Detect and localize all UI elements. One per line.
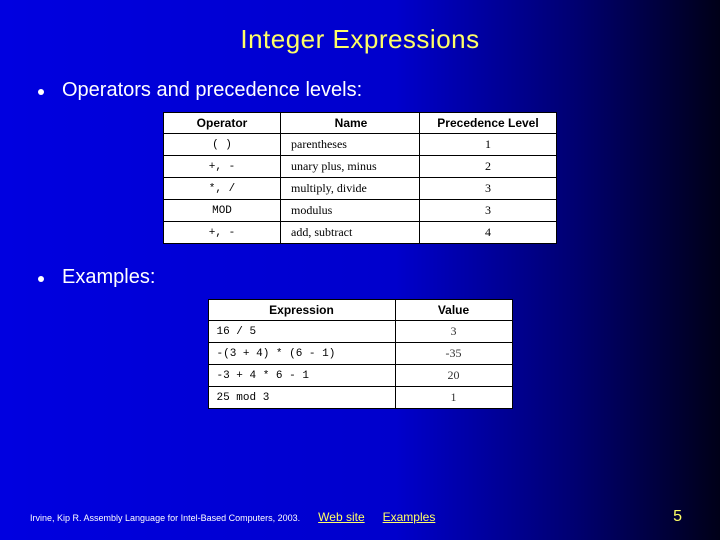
cell-name: multiply, divide bbox=[281, 178, 420, 200]
cell-op: *, / bbox=[164, 178, 281, 200]
cell-expr: -3 + 4 * 6 - 1 bbox=[208, 365, 395, 387]
examples-table-wrap: Expression Value 16 / 5 3 -(3 + 4) * (6 … bbox=[30, 299, 690, 409]
bullet-text: Operators and precedence levels: bbox=[62, 79, 362, 102]
col-precedence: Precedence Level bbox=[420, 113, 557, 134]
cell-expr: 16 / 5 bbox=[208, 321, 395, 343]
col-value: Value bbox=[395, 300, 512, 321]
cell-op: +, - bbox=[164, 156, 281, 178]
col-expression: Expression bbox=[208, 300, 395, 321]
bullet-dot-icon bbox=[38, 89, 44, 95]
footer-citation: Irvine, Kip R. Assembly Language for Int… bbox=[30, 513, 300, 523]
cell-prec: 2 bbox=[420, 156, 557, 178]
examples-table: Expression Value 16 / 5 3 -(3 + 4) * (6 … bbox=[208, 299, 513, 409]
bullet-operators: Operators and precedence levels: bbox=[30, 79, 690, 102]
table-row: +, - unary plus, minus 2 bbox=[164, 156, 557, 178]
col-name: Name bbox=[281, 113, 420, 134]
table-row: ( ) parentheses 1 bbox=[164, 134, 557, 156]
cell-val: 1 bbox=[395, 387, 512, 409]
page-number: 5 bbox=[673, 508, 682, 526]
table-row: -(3 + 4) * (6 - 1) -35 bbox=[208, 343, 512, 365]
bullet-text: Examples: bbox=[62, 266, 155, 289]
footer: Irvine, Kip R. Assembly Language for Int… bbox=[0, 508, 720, 526]
cell-val: 20 bbox=[395, 365, 512, 387]
bullet-examples: Examples: bbox=[30, 266, 690, 289]
cell-prec: 3 bbox=[420, 178, 557, 200]
page-title: Integer Expressions bbox=[0, 0, 720, 65]
slide: Integer Expressions Operators and preced… bbox=[0, 0, 720, 540]
cell-op: +, - bbox=[164, 222, 281, 244]
cell-name: add, subtract bbox=[281, 222, 420, 244]
table-header-row: Operator Name Precedence Level bbox=[164, 113, 557, 134]
cell-prec: 1 bbox=[420, 134, 557, 156]
precedence-table: Operator Name Precedence Level ( ) paren… bbox=[163, 112, 557, 244]
col-operator: Operator bbox=[164, 113, 281, 134]
cell-val: -35 bbox=[395, 343, 512, 365]
cell-name: parentheses bbox=[281, 134, 420, 156]
cell-expr: -(3 + 4) * (6 - 1) bbox=[208, 343, 395, 365]
table-row: 16 / 5 3 bbox=[208, 321, 512, 343]
table-row: *, / multiply, divide 3 bbox=[164, 178, 557, 200]
slide-body: Operators and precedence levels: Operato… bbox=[0, 65, 720, 409]
table-row: MOD modulus 3 bbox=[164, 200, 557, 222]
bullet-dot-icon bbox=[38, 276, 44, 282]
cell-val: 3 bbox=[395, 321, 512, 343]
link-examples[interactable]: Examples bbox=[383, 510, 436, 524]
cell-op: MOD bbox=[164, 200, 281, 222]
table-header-row: Expression Value bbox=[208, 300, 512, 321]
cell-expr: 25 mod 3 bbox=[208, 387, 395, 409]
table-row: +, - add, subtract 4 bbox=[164, 222, 557, 244]
cell-name: unary plus, minus bbox=[281, 156, 420, 178]
table-row: 25 mod 3 1 bbox=[208, 387, 512, 409]
link-website[interactable]: Web site bbox=[318, 510, 364, 524]
cell-prec: 3 bbox=[420, 200, 557, 222]
precedence-table-wrap: Operator Name Precedence Level ( ) paren… bbox=[30, 112, 690, 244]
cell-name: modulus bbox=[281, 200, 420, 222]
cell-op: ( ) bbox=[164, 134, 281, 156]
table-row: -3 + 4 * 6 - 1 20 bbox=[208, 365, 512, 387]
cell-prec: 4 bbox=[420, 222, 557, 244]
